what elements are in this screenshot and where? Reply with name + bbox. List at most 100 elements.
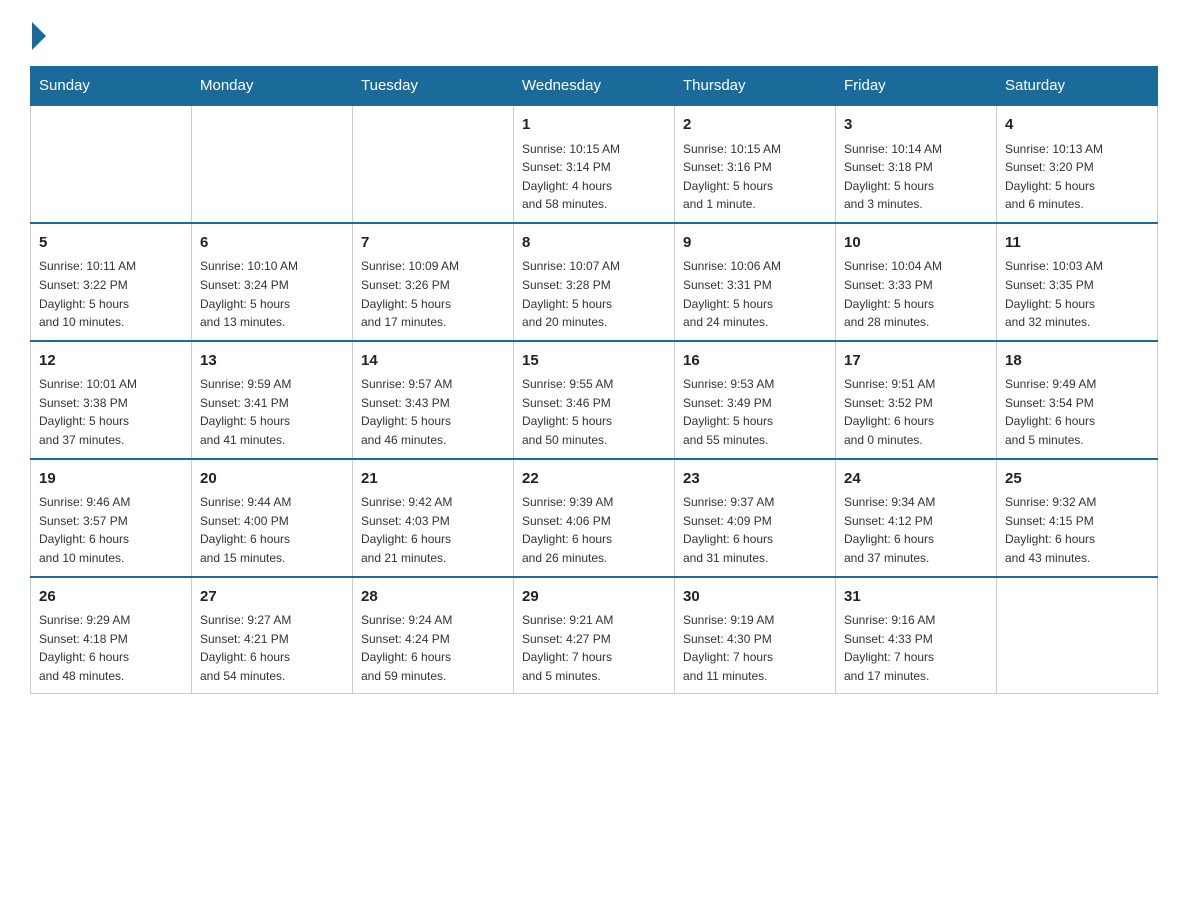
day-info: Sunrise: 9:32 AM Sunset: 4:15 PM Dayligh… (1005, 493, 1149, 567)
calendar-cell: 9Sunrise: 10:06 AM Sunset: 3:31 PM Dayli… (675, 223, 836, 341)
day-number: 12 (39, 350, 183, 373)
day-number: 13 (200, 350, 344, 373)
day-number: 8 (522, 232, 666, 255)
calendar-cell: 21Sunrise: 9:42 AM Sunset: 4:03 PM Dayli… (353, 459, 514, 577)
day-number: 5 (39, 232, 183, 255)
day-of-week-header: Thursday (675, 67, 836, 106)
day-number: 3 (844, 114, 988, 137)
day-info: Sunrise: 10:11 AM Sunset: 3:22 PM Daylig… (39, 257, 183, 331)
calendar-cell: 10Sunrise: 10:04 AM Sunset: 3:33 PM Dayl… (836, 223, 997, 341)
calendar-cell: 18Sunrise: 9:49 AM Sunset: 3:54 PM Dayli… (997, 341, 1158, 459)
day-info: Sunrise: 9:34 AM Sunset: 4:12 PM Dayligh… (844, 493, 988, 567)
day-info: Sunrise: 9:44 AM Sunset: 4:00 PM Dayligh… (200, 493, 344, 567)
day-info: Sunrise: 9:27 AM Sunset: 4:21 PM Dayligh… (200, 611, 344, 685)
day-number: 28 (361, 586, 505, 609)
calendar-cell (353, 105, 514, 223)
day-number: 18 (1005, 350, 1149, 373)
day-of-week-header: Tuesday (353, 67, 514, 106)
day-number: 4 (1005, 114, 1149, 137)
day-info: Sunrise: 9:16 AM Sunset: 4:33 PM Dayligh… (844, 611, 988, 685)
day-number: 22 (522, 468, 666, 491)
day-number: 7 (361, 232, 505, 255)
day-of-week-header: Wednesday (514, 67, 675, 106)
day-info: Sunrise: 10:15 AM Sunset: 3:16 PM Daylig… (683, 140, 827, 214)
calendar-week-row: 26Sunrise: 9:29 AM Sunset: 4:18 PM Dayli… (31, 577, 1158, 694)
calendar-table: SundayMondayTuesdayWednesdayThursdayFrid… (30, 66, 1158, 694)
calendar-cell (31, 105, 192, 223)
calendar-week-row: 12Sunrise: 10:01 AM Sunset: 3:38 PM Dayl… (31, 341, 1158, 459)
calendar-cell: 25Sunrise: 9:32 AM Sunset: 4:15 PM Dayli… (997, 459, 1158, 577)
calendar-cell: 12Sunrise: 10:01 AM Sunset: 3:38 PM Dayl… (31, 341, 192, 459)
logo-arrow-icon (32, 22, 46, 50)
calendar-week-row: 19Sunrise: 9:46 AM Sunset: 3:57 PM Dayli… (31, 459, 1158, 577)
day-number: 19 (39, 468, 183, 491)
day-info: Sunrise: 10:10 AM Sunset: 3:24 PM Daylig… (200, 257, 344, 331)
day-number: 24 (844, 468, 988, 491)
day-info: Sunrise: 10:09 AM Sunset: 3:26 PM Daylig… (361, 257, 505, 331)
calendar-cell: 19Sunrise: 9:46 AM Sunset: 3:57 PM Dayli… (31, 459, 192, 577)
day-of-week-header: Sunday (31, 67, 192, 106)
calendar-cell: 28Sunrise: 9:24 AM Sunset: 4:24 PM Dayli… (353, 577, 514, 694)
calendar-cell: 7Sunrise: 10:09 AM Sunset: 3:26 PM Dayli… (353, 223, 514, 341)
day-number: 30 (683, 586, 827, 609)
day-info: Sunrise: 9:49 AM Sunset: 3:54 PM Dayligh… (1005, 375, 1149, 449)
calendar-cell: 29Sunrise: 9:21 AM Sunset: 4:27 PM Dayli… (514, 577, 675, 694)
calendar-week-row: 1 Sunrise: 10:15 AM Sunset: 3:14 PM Dayli… (31, 105, 1158, 223)
day-info: Sunrise: 10:13 AM Sunset: 3:20 PM Daylig… (1005, 140, 1149, 214)
day-info: Sunrise: 9:19 AM Sunset: 4:30 PM Dayligh… (683, 611, 827, 685)
day-info: Sunrise: 9:59 AM Sunset: 3:41 PM Dayligh… (200, 375, 344, 449)
day-info: Sunrise: 10:04 AM Sunset: 3:33 PM Daylig… (844, 257, 988, 331)
day-number: 16 (683, 350, 827, 373)
calendar-cell: 3 Sunrise: 10:14 AM Sunset: 3:18 PM Dayli… (836, 105, 997, 223)
calendar-cell (997, 577, 1158, 694)
calendar-cell: 4 Sunrise: 10:13 AM Sunset: 3:20 PM Dayli… (997, 105, 1158, 223)
day-number: 9 (683, 232, 827, 255)
calendar-cell: 22Sunrise: 9:39 AM Sunset: 4:06 PM Dayli… (514, 459, 675, 577)
day-number: 1 (522, 114, 666, 137)
calendar-cell: 14Sunrise: 9:57 AM Sunset: 3:43 PM Dayli… (353, 341, 514, 459)
day-info: Sunrise: 9:46 AM Sunset: 3:57 PM Dayligh… (39, 493, 183, 567)
day-number: 25 (1005, 468, 1149, 491)
calendar-cell: 24Sunrise: 9:34 AM Sunset: 4:12 PM Dayli… (836, 459, 997, 577)
calendar-cell (192, 105, 353, 223)
day-info: Sunrise: 9:42 AM Sunset: 4:03 PM Dayligh… (361, 493, 505, 567)
day-number: 10 (844, 232, 988, 255)
day-info: Sunrise: 9:21 AM Sunset: 4:27 PM Dayligh… (522, 611, 666, 685)
day-info: Sunrise: 9:51 AM Sunset: 3:52 PM Dayligh… (844, 375, 988, 449)
calendar-cell: 8Sunrise: 10:07 AM Sunset: 3:28 PM Dayli… (514, 223, 675, 341)
day-of-week-header: Monday (192, 67, 353, 106)
day-number: 14 (361, 350, 505, 373)
day-info: Sunrise: 9:53 AM Sunset: 3:49 PM Dayligh… (683, 375, 827, 449)
page-header (30, 20, 1158, 46)
calendar-cell: 15Sunrise: 9:55 AM Sunset: 3:46 PM Dayli… (514, 341, 675, 459)
day-number: 23 (683, 468, 827, 491)
day-info: Sunrise: 9:37 AM Sunset: 4:09 PM Dayligh… (683, 493, 827, 567)
day-number: 2 (683, 114, 827, 137)
calendar-week-row: 5Sunrise: 10:11 AM Sunset: 3:22 PM Dayli… (31, 223, 1158, 341)
day-number: 26 (39, 586, 183, 609)
day-info: Sunrise: 9:55 AM Sunset: 3:46 PM Dayligh… (522, 375, 666, 449)
calendar-cell: 2 Sunrise: 10:15 AM Sunset: 3:16 PM Dayli… (675, 105, 836, 223)
day-info: Sunrise: 9:29 AM Sunset: 4:18 PM Dayligh… (39, 611, 183, 685)
calendar-cell: 5Sunrise: 10:11 AM Sunset: 3:22 PM Dayli… (31, 223, 192, 341)
day-info: Sunrise: 9:57 AM Sunset: 3:43 PM Dayligh… (361, 375, 505, 449)
day-info: Sunrise: 10:15 AM Sunset: 3:14 PM Daylig… (522, 140, 666, 214)
day-number: 20 (200, 468, 344, 491)
day-info: Sunrise: 10:07 AM Sunset: 3:28 PM Daylig… (522, 257, 666, 331)
calendar-cell: 27Sunrise: 9:27 AM Sunset: 4:21 PM Dayli… (192, 577, 353, 694)
day-number: 11 (1005, 232, 1149, 255)
day-info: Sunrise: 9:24 AM Sunset: 4:24 PM Dayligh… (361, 611, 505, 685)
day-info: Sunrise: 10:14 AM Sunset: 3:18 PM Daylig… (844, 140, 988, 214)
day-number: 17 (844, 350, 988, 373)
calendar-cell: 17Sunrise: 9:51 AM Sunset: 3:52 PM Dayli… (836, 341, 997, 459)
calendar-cell: 11Sunrise: 10:03 AM Sunset: 3:35 PM Dayl… (997, 223, 1158, 341)
day-number: 21 (361, 468, 505, 491)
day-number: 27 (200, 586, 344, 609)
day-info: Sunrise: 10:06 AM Sunset: 3:31 PM Daylig… (683, 257, 827, 331)
day-number: 6 (200, 232, 344, 255)
day-of-week-header: Saturday (997, 67, 1158, 106)
day-info: Sunrise: 9:39 AM Sunset: 4:06 PM Dayligh… (522, 493, 666, 567)
calendar-cell: 31Sunrise: 9:16 AM Sunset: 4:33 PM Dayli… (836, 577, 997, 694)
day-of-week-header: Friday (836, 67, 997, 106)
day-number: 29 (522, 586, 666, 609)
